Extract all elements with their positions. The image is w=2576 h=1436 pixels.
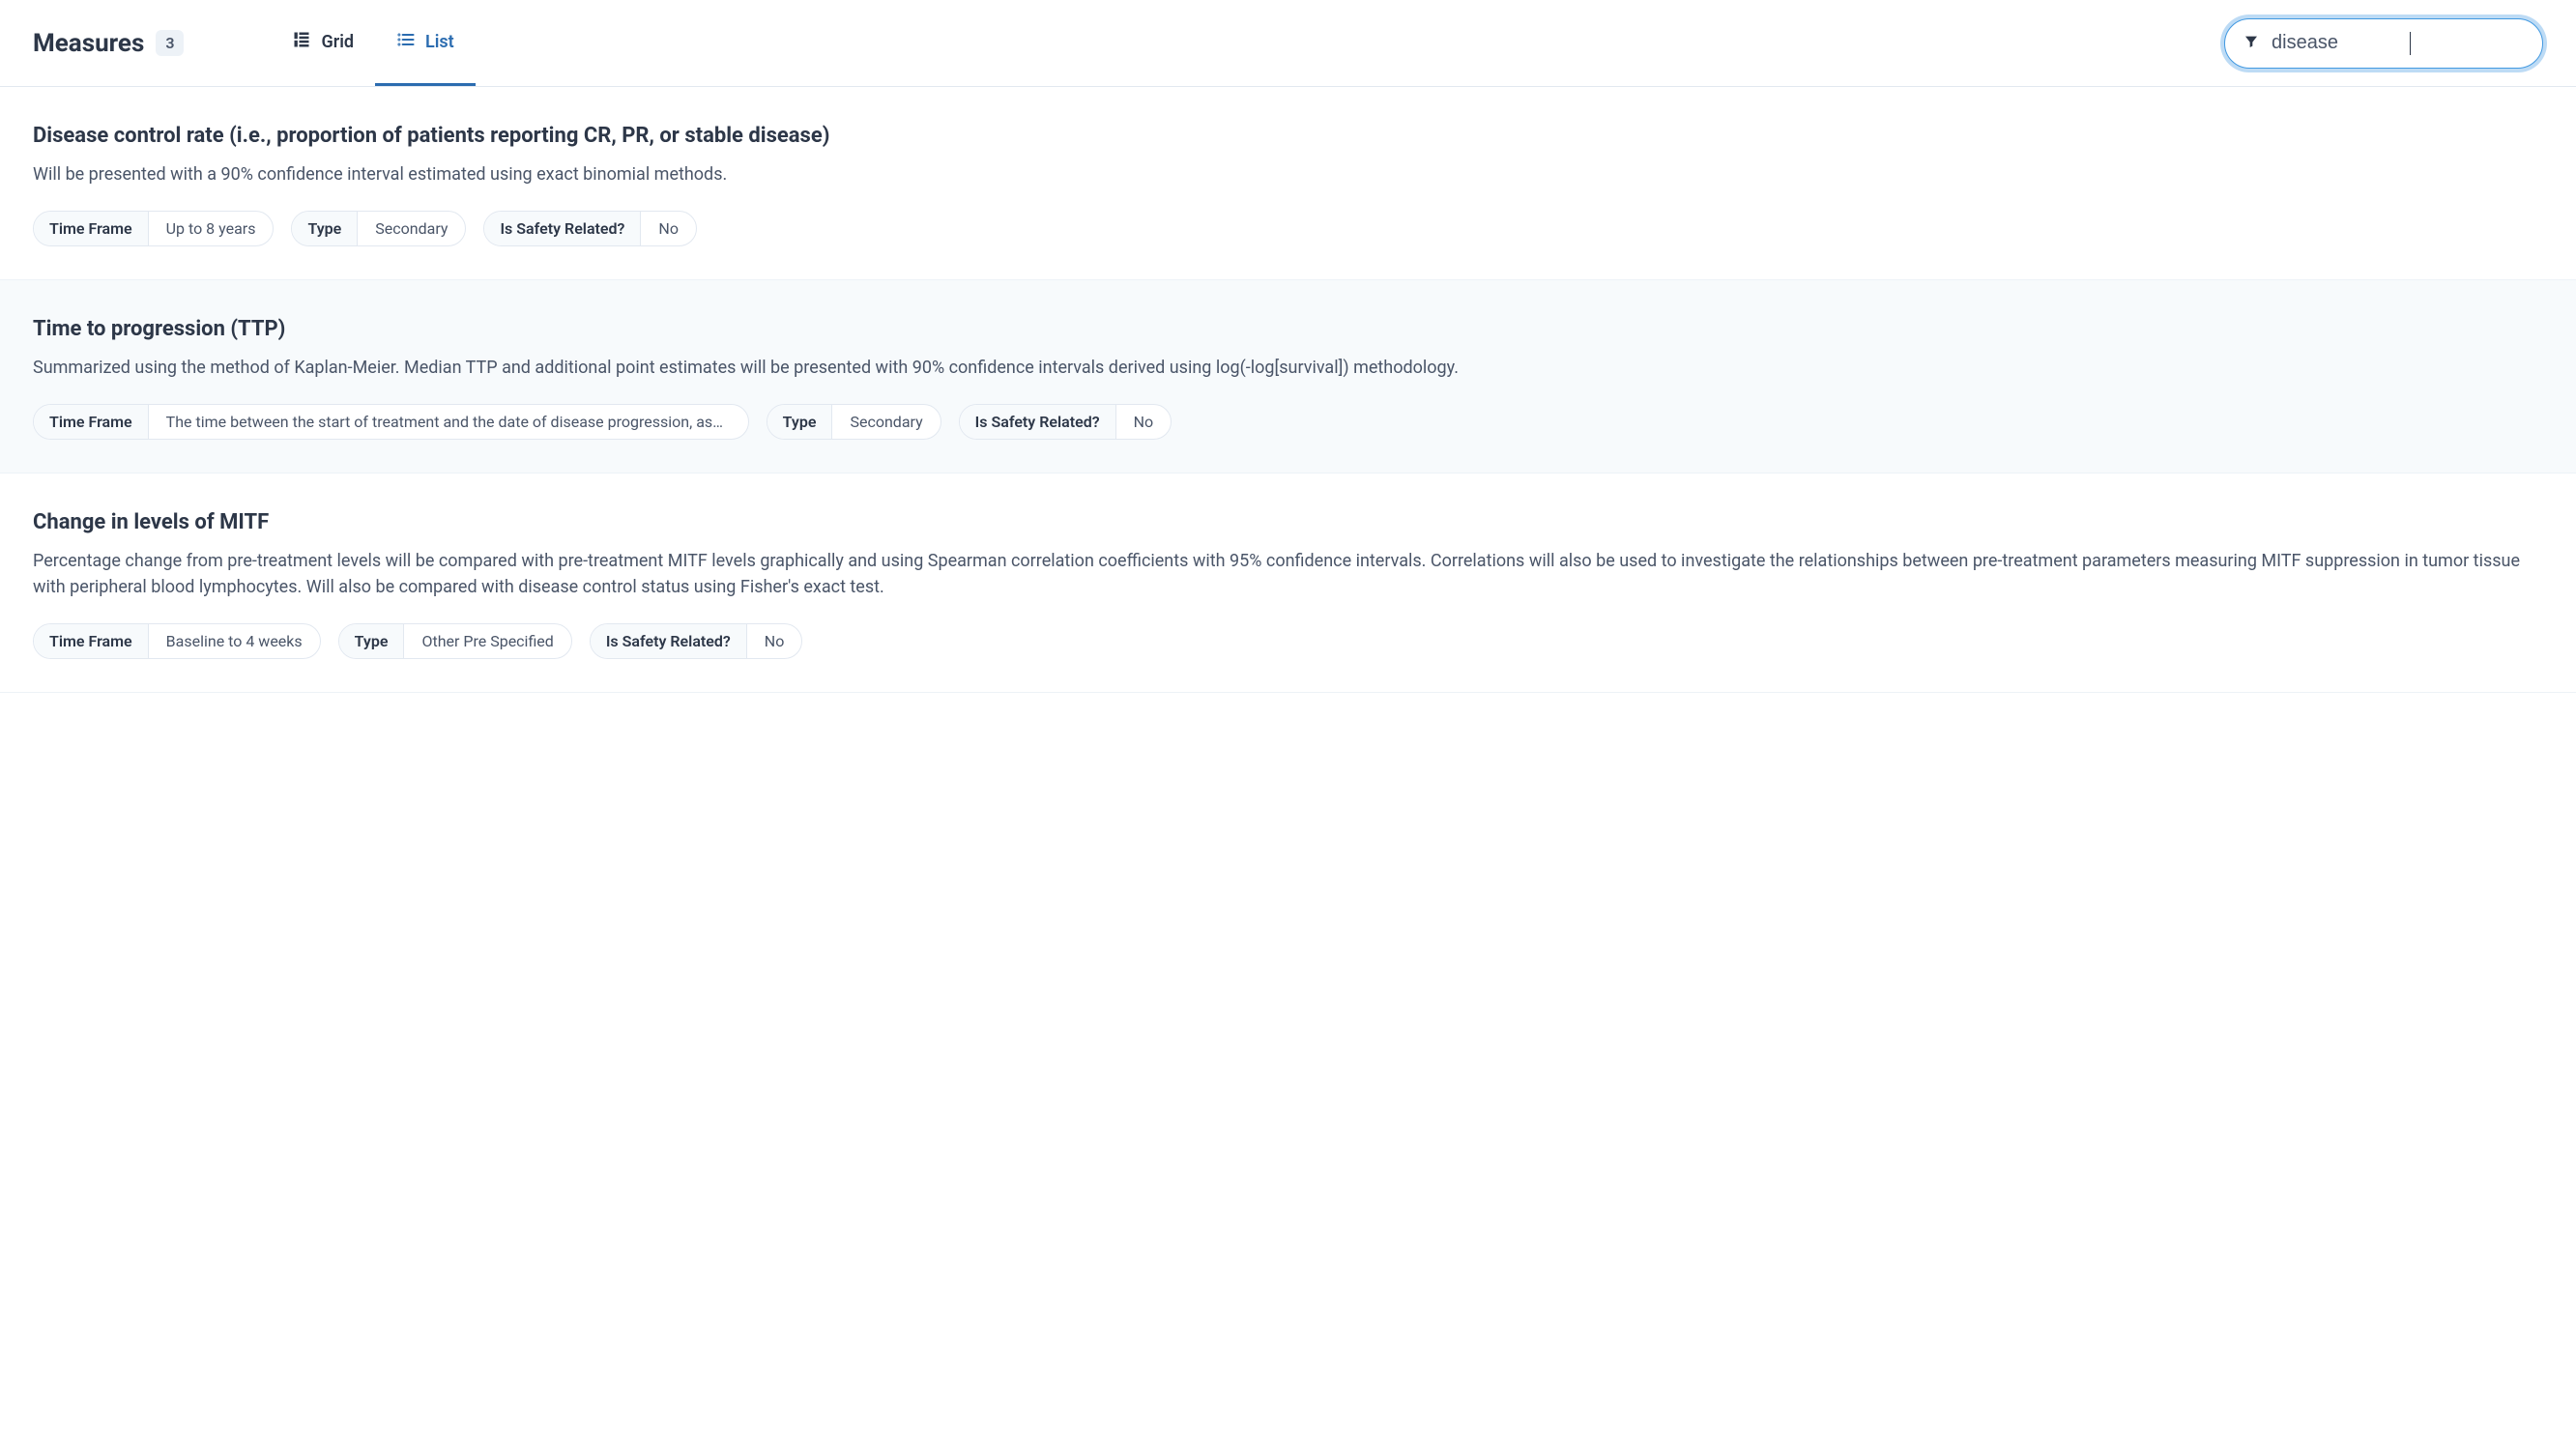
pill-time-frame: Time Frame The time between the start of… (33, 404, 749, 440)
list-item: Time to progression (TTP) Summarized usi… (0, 280, 2576, 474)
item-description: Summarized using the method of Kaplan-Me… (33, 355, 2543, 381)
pill-value: No (747, 624, 802, 658)
pill-label: Time Frame (34, 405, 149, 439)
item-description: Will be presented with a 90% confidence … (33, 161, 2543, 187)
pill-label: Time Frame (34, 212, 149, 245)
pill-value: Other Pre Specified (404, 624, 570, 658)
pill-label: Type (767, 405, 833, 439)
pill-label: Is Safety Related? (960, 405, 1116, 439)
grid-icon (292, 30, 311, 54)
pill-time-frame: Time Frame Up to 8 years (33, 211, 274, 246)
pill-value: The time between the start of treatment … (149, 405, 748, 439)
count-badge: 3 (156, 30, 184, 56)
pill-label: Time Frame (34, 624, 149, 658)
tab-list-label: List (425, 32, 454, 52)
text-cursor (2410, 32, 2411, 55)
view-tabs: Grid List (271, 0, 475, 86)
pill-safety: Is Safety Related? No (590, 623, 803, 659)
pill-type: Type Other Pre Specified (338, 623, 572, 659)
list-item: Disease control rate (i.e., proportion o… (0, 87, 2576, 280)
pill-label: Type (339, 624, 405, 658)
tab-list[interactable]: List (375, 0, 476, 86)
header-bar: Measures 3 Grid List (0, 0, 2576, 87)
pill-type: Type Secondary (291, 211, 466, 246)
list-item: Change in levels of MITF Percentage chan… (0, 474, 2576, 693)
list-icon (396, 30, 416, 54)
item-description: Percentage change from pre-treatment lev… (33, 548, 2543, 600)
pill-value: Baseline to 4 weeks (149, 624, 320, 658)
pill-value: No (641, 212, 696, 245)
measures-list: Disease control rate (i.e., proportion o… (0, 87, 2576, 693)
search-wrap (2224, 18, 2543, 69)
pill-value: Secondary (358, 212, 465, 245)
pill-safety: Is Safety Related? No (959, 404, 1172, 440)
pill-label: Type (292, 212, 358, 245)
filter-icon (2243, 34, 2259, 53)
pill-label: Is Safety Related? (484, 212, 641, 245)
tab-grid-label: Grid (321, 32, 354, 52)
pill-time-frame: Time Frame Baseline to 4 weeks (33, 623, 321, 659)
pill-type: Type Secondary (767, 404, 941, 440)
tab-grid[interactable]: Grid (271, 0, 375, 86)
item-title: Change in levels of MITF (33, 510, 2543, 534)
pill-safety: Is Safety Related? No (483, 211, 697, 246)
pill-row: Time Frame Up to 8 years Type Secondary … (33, 211, 2543, 246)
pill-value: Up to 8 years (149, 212, 274, 245)
page-title: Measures (33, 29, 144, 58)
item-title: Disease control rate (i.e., proportion o… (33, 124, 2543, 148)
item-title: Time to progression (TTP) (33, 317, 2543, 341)
title-group: Measures 3 (33, 29, 184, 58)
pill-row: Time Frame Baseline to 4 weeks Type Othe… (33, 623, 2543, 659)
pill-row: Time Frame The time between the start of… (33, 404, 2543, 440)
search-input[interactable] (2224, 18, 2543, 69)
pill-label: Is Safety Related? (591, 624, 747, 658)
pill-value: Secondary (832, 405, 940, 439)
pill-value: No (1116, 405, 1172, 439)
